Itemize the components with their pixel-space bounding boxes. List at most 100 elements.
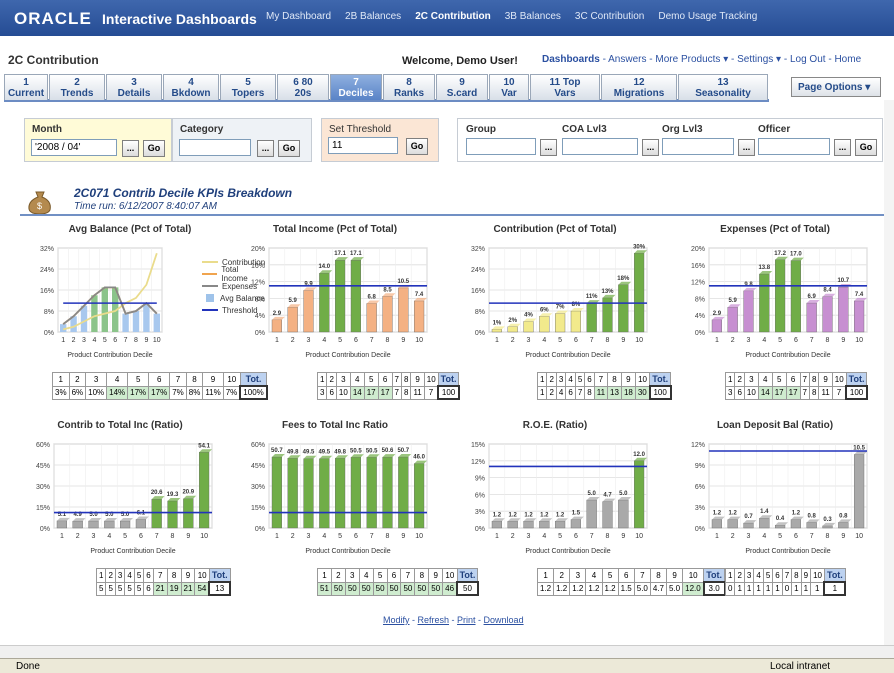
x-axis-label: Product Contribution Decile — [305, 352, 390, 359]
modify-link[interactable]: Modify — [383, 615, 410, 625]
dashboards-link[interactable]: Dashboards — [542, 54, 600, 65]
decile-header: 8 — [607, 372, 622, 387]
coa-field[interactable] — [562, 138, 638, 155]
threshold-go-button[interactable]: Go — [406, 138, 428, 155]
y-tick-label: 8% — [255, 296, 265, 303]
coa-browse-button[interactable]: ... — [642, 139, 659, 156]
chart-svg: 0%15%30%45%60%1 2 3 4 5 6 7 8 9 1050.7 49.8 49.5 49.… — [251, 442, 428, 555]
answers-link[interactable]: Answers — [608, 54, 646, 65]
nav-3b-balances[interactable]: 3B Balances — [505, 11, 561, 22]
decile-header: 4 — [349, 372, 365, 387]
decile-value: 17 — [363, 385, 379, 400]
bar — [319, 458, 330, 529]
decile-value: 8 — [584, 385, 595, 400]
data-label: 50.5 — [366, 448, 378, 454]
bar — [853, 300, 865, 333]
decile-header: 7 — [799, 372, 811, 387]
decile-table: 1 2 3 4 5 6 7 8 9 10 Tot. 3 6 10 14 17 17 7 8 11 7 100 — [724, 372, 868, 400]
decile-value: 7 — [799, 385, 811, 400]
officer-field[interactable] — [758, 138, 830, 155]
tab-bkdown[interactable]: 4 Bkdown — [163, 74, 219, 100]
tab-label: Deciles — [338, 88, 374, 99]
decile-header: Tot. — [845, 372, 868, 387]
data-label: 49.5 — [303, 450, 315, 456]
avg-balance-bar — [143, 303, 150, 332]
horizontal-scrollbar[interactable] — [0, 645, 894, 658]
x-tick-label: 9 — [401, 533, 405, 540]
home-link[interactable]: Home — [834, 54, 861, 65]
y-tick-label: 8% — [44, 309, 54, 316]
tab-trends[interactable]: 2 Trends — [49, 74, 105, 100]
y-tick-label: 8% — [475, 309, 485, 316]
nav-demo-usage-tracking[interactable]: Demo Usage Tracking — [658, 11, 757, 22]
status-done: Done — [16, 661, 40, 672]
settings-link[interactable]: Settings — [737, 54, 773, 65]
data-label: 30% — [633, 244, 646, 250]
nav-my-dashboard[interactable]: My Dashboard — [266, 11, 331, 22]
decile-header: 6 — [143, 568, 154, 583]
decile-header: 7 — [152, 568, 168, 583]
y-tick-label: 32% — [40, 246, 54, 253]
tab-label: Bkdown — [171, 88, 211, 99]
data-label: 11% — [586, 294, 598, 300]
nav-2b-balances[interactable]: 2B Balances — [345, 11, 401, 22]
data-label: 19.3 — [167, 492, 179, 498]
tab-s-card[interactable]: 9 S.card — [436, 74, 488, 100]
print-link[interactable]: Print — [457, 615, 476, 625]
bar — [539, 316, 550, 333]
bar — [618, 284, 629, 333]
tab-vars[interactable]: 11 Top Vars — [530, 74, 600, 100]
officer-browse-button[interactable]: ... — [834, 139, 851, 156]
x-tick-label: 3 — [307, 337, 311, 344]
bar — [806, 302, 817, 333]
tab-deciles[interactable]: 7 Deciles — [330, 74, 382, 100]
tab-20s[interactable]: 6 80 20s — [277, 74, 329, 100]
decile-value: 8 — [808, 385, 820, 400]
data-label: 17.0 — [790, 252, 802, 258]
tab-var[interactable]: 10 Var — [489, 74, 529, 100]
bar — [413, 300, 425, 333]
x-tick-label: 3 — [307, 533, 311, 540]
data-label: 2% — [508, 318, 517, 324]
org-field[interactable] — [662, 138, 734, 155]
officer-go-button[interactable]: Go — [855, 139, 877, 156]
nav-3c-contribution[interactable]: 3C Contribution — [575, 11, 644, 22]
page-options-button[interactable]: Page Options ▾ — [791, 77, 881, 97]
data-label: 1.5 — [572, 511, 581, 517]
month-go-button[interactable]: Go — [143, 140, 165, 157]
group-label: Group — [466, 124, 496, 135]
decile-value: 8 — [400, 385, 412, 400]
org-browse-button[interactable]: ... — [738, 139, 755, 156]
chevron-down-icon[interactable]: ▾ — [776, 54, 781, 65]
tab-topers[interactable]: 5 Topers — [220, 74, 276, 100]
category-field[interactable] — [179, 139, 251, 156]
vertical-scrollbar[interactable] — [884, 100, 894, 645]
chevron-down-icon[interactable]: ▾ — [723, 54, 728, 65]
y-tick-label: 6% — [695, 484, 705, 491]
nav-2c-contribution[interactable]: 2C Contribution — [415, 11, 491, 22]
decile-value: 100 — [845, 385, 868, 400]
group-browse-button[interactable]: ... — [540, 139, 557, 156]
refresh-link[interactable]: Refresh — [418, 615, 450, 625]
logout-link[interactable]: Log Out — [790, 54, 826, 65]
month-browse-button[interactable]: ... — [122, 140, 139, 157]
tab-ranks[interactable]: 8 Ranks — [383, 74, 435, 100]
month-field[interactable]: '2008 / 04' — [31, 139, 117, 156]
category-go-button[interactable]: Go — [278, 140, 300, 157]
download-link[interactable]: Download — [484, 615, 524, 625]
group-field[interactable] — [466, 138, 536, 155]
category-prompt: Category ... Go — [172, 118, 312, 162]
tab-current[interactable]: 1 Current — [4, 74, 48, 100]
decile-header: 10 — [423, 372, 439, 387]
decile-value: 6 — [326, 385, 337, 400]
bar — [413, 463, 425, 529]
tab-migrations[interactable]: 12 Migrations — [601, 74, 677, 100]
more-products-link[interactable]: More Products — [655, 54, 720, 65]
tab-details[interactable]: 3 Details — [106, 74, 162, 100]
x-axis-label: Product Contribution Decile — [745, 548, 830, 555]
data-label: 5.9 — [729, 298, 738, 304]
threshold-field[interactable]: 11 — [328, 137, 398, 154]
tab-seasonality[interactable]: 13 Seasonality — [678, 74, 768, 100]
category-browse-button[interactable]: ... — [257, 140, 274, 157]
bar — [743, 290, 754, 333]
